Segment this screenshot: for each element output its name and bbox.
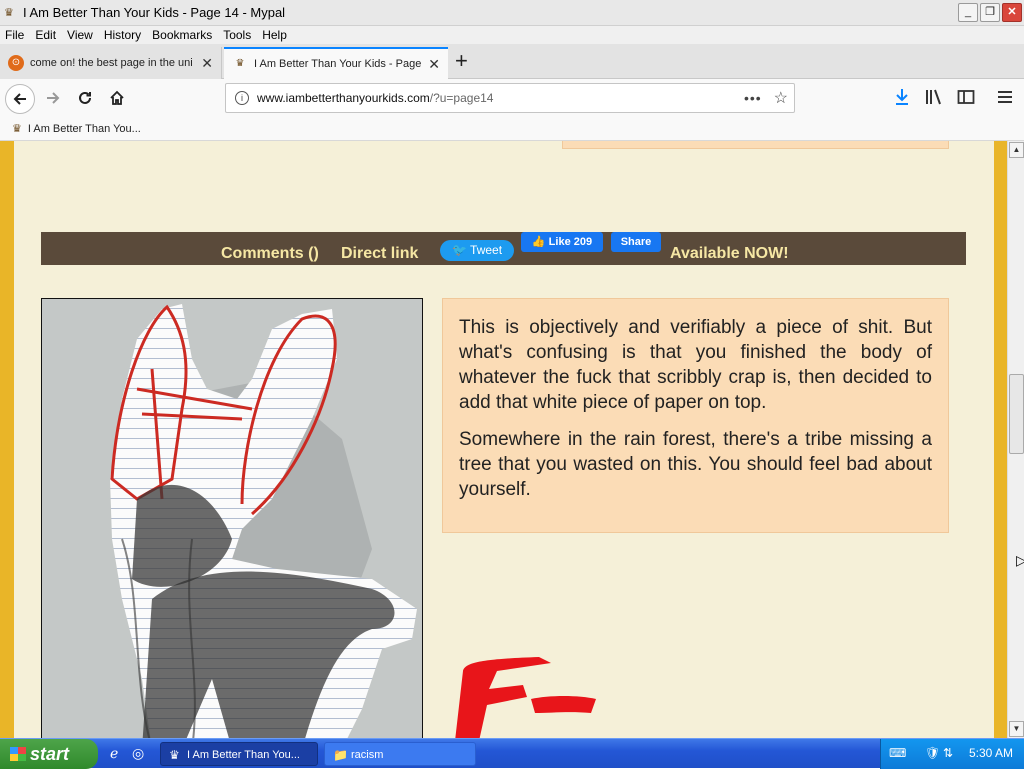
menu-file[interactable]: File: [5, 28, 24, 42]
taskbar-item-browser[interactable]: ♛ I Am Better Than You...: [160, 742, 318, 766]
menu-view[interactable]: View: [67, 28, 93, 42]
comments-link[interactable]: Comments (): [221, 245, 319, 263]
scroll-up-arrow-icon[interactable]: ▲: [1009, 142, 1024, 158]
kid-drawing-photo: [41, 298, 423, 738]
menu-hamburger-icon[interactable]: [997, 88, 1013, 110]
bookmarks-bar: ♛ I Am Better Than You...: [0, 117, 1024, 141]
reload-button[interactable]: [71, 84, 99, 112]
scroll-thumb[interactable]: [1009, 374, 1024, 454]
taskbar: start ℯ ◎ ♛ I Am Better Than You... 📁 ra…: [0, 738, 1024, 769]
minimize-button[interactable]: _: [958, 3, 978, 22]
facebook-like-button[interactable]: 👍 Like 209: [521, 232, 603, 252]
clock[interactable]: 5:30 AM: [969, 746, 1013, 760]
tweet-label: Tweet: [470, 243, 503, 257]
arrow-right-icon: [47, 92, 60, 104]
folder-icon: 📁: [333, 748, 348, 762]
menu-tools[interactable]: Tools: [223, 28, 251, 42]
taskbar-item-racism[interactable]: 📁 racism: [324, 742, 476, 766]
page-body: Comments () Direct link Available NOW! 🐦…: [14, 141, 994, 738]
critique-paragraph: This is objectively and verifiably a pie…: [459, 317, 932, 413]
previous-critique-box: [562, 141, 949, 149]
task-label: racism: [351, 749, 384, 761]
menu-history[interactable]: History: [104, 28, 141, 42]
crown-icon: ♛: [235, 58, 245, 69]
window-title: I Am Better Than Your Kids - Page 14 - M…: [23, 5, 286, 20]
back-button[interactable]: [5, 84, 35, 114]
start-label: start: [30, 744, 70, 764]
thumbs-up-icon: 👍: [531, 236, 546, 248]
tab-come-on[interactable]: ⊙ come on! the best page in the uni ✕: [0, 47, 222, 79]
reload-icon: [79, 91, 91, 104]
tab-close-icon[interactable]: ✕: [428, 56, 440, 73]
facebook-share-button[interactable]: Share: [611, 232, 661, 252]
menu-edit[interactable]: Edit: [35, 28, 56, 42]
tab-iambetter[interactable]: ♛ I Am Better Than Your Kids - Page ✕: [224, 47, 448, 79]
page-content: Comments () Direct link Available NOW! 🐦…: [0, 141, 1007, 738]
menu-bar: File Edit View History Bookmarks Tools H…: [0, 26, 1024, 44]
tab-close-icon[interactable]: ✕: [201, 55, 213, 72]
network-icon[interactable]: ⇅: [943, 746, 953, 760]
grade-mark: F-: [439, 641, 599, 738]
crown-icon: ♛: [12, 123, 22, 135]
task-label: I Am Better Than You...: [187, 749, 300, 761]
available-now-link[interactable]: Available NOW!: [670, 245, 789, 263]
tweet-button[interactable]: 🐦 Tweet: [440, 240, 514, 261]
tab-bar: ⊙ come on! the best page in the uni ✕ ♛ …: [0, 44, 1024, 79]
home-icon: [110, 90, 124, 105]
forward-button[interactable]: [39, 84, 67, 112]
arrow-left-icon: [13, 93, 26, 105]
menu-bookmarks[interactable]: Bookmarks: [152, 28, 212, 42]
sidebar-icon[interactable]: [957, 88, 975, 110]
window-controls: _ ❐ ✕: [958, 3, 1022, 22]
security-shield-icon[interactable]: 🛡: [925, 746, 940, 760]
library-icon[interactable]: [925, 88, 943, 110]
keyboard-icon[interactable]: ⌨: [889, 746, 906, 760]
critique-paragraph: Somewhere in the rain forest, there's a …: [459, 429, 932, 500]
url-domain: www.iambetterthanyourkids.com: [257, 91, 430, 105]
restore-button[interactable]: ❐: [980, 3, 1000, 22]
like-label: Like 209: [548, 236, 593, 248]
system-tray: ⌨ 🛡 ⇅ 5:30 AM: [880, 739, 1024, 769]
browser-window: ♛ I Am Better Than Your Kids - Page 14 -…: [0, 0, 1024, 769]
title-bar: ♛ I Am Better Than Your Kids - Page 14 -…: [0, 0, 1024, 26]
menu-help[interactable]: Help: [262, 28, 287, 42]
url-bar[interactable]: i www.iambetterthanyourkids.com/?u=page1…: [225, 83, 795, 113]
tab-label: come on! the best page in the uni: [30, 57, 193, 69]
mouse-cursor-icon: ▷: [1016, 552, 1024, 568]
twitter-bird-icon: 🐦: [451, 243, 467, 257]
browser-quicklaunch-icon[interactable]: ◎: [132, 745, 144, 762]
home-button[interactable]: [103, 84, 131, 112]
windows-flag-icon: [10, 747, 26, 761]
crown-icon: ♛: [169, 748, 180, 762]
direct-link[interactable]: Direct link: [341, 245, 418, 263]
url-path: /?u=page14: [429, 91, 494, 105]
critique-box: This is objectively and verifiably a pie…: [442, 298, 949, 533]
mypal-icon: ♛: [4, 6, 14, 19]
close-button[interactable]: ✕: [1002, 3, 1022, 22]
vertical-scrollbar[interactable]: ▲ ▼: [1007, 141, 1024, 738]
tab-label: I Am Better Than Your Kids - Page: [254, 58, 422, 70]
start-button[interactable]: start: [0, 739, 98, 769]
globe-icon: ⊙: [8, 55, 24, 71]
page-actions-icon[interactable]: •••: [744, 90, 762, 106]
bookmark-item[interactable]: I Am Better Than You...: [28, 123, 141, 135]
info-icon[interactable]: i: [235, 91, 249, 105]
url-text[interactable]: www.iambetterthanyourkids.com/?u=page14: [257, 91, 744, 105]
scroll-down-arrow-icon[interactable]: ▼: [1009, 721, 1024, 737]
new-tab-button[interactable]: +: [455, 48, 468, 74]
download-icon[interactable]: [894, 88, 910, 110]
ie-icon[interactable]: ℯ: [110, 745, 118, 762]
bookmark-star-icon[interactable]: ☆: [774, 88, 788, 108]
